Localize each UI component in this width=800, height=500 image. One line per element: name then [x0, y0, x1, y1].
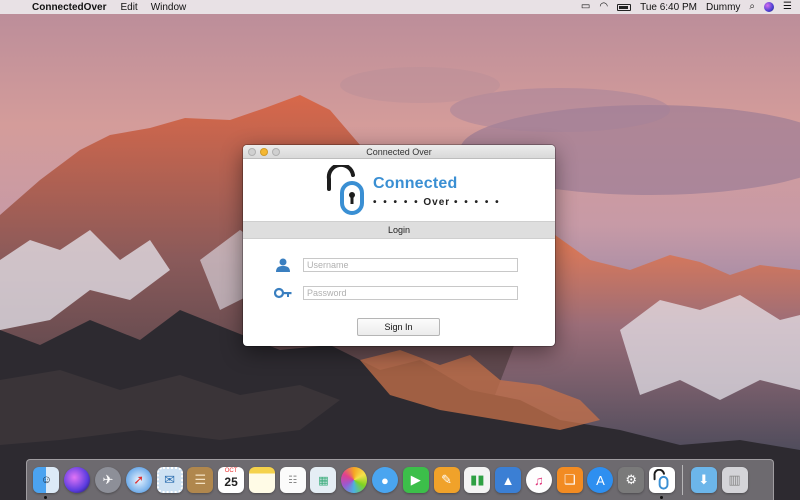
ibooks-icon[interactable]: ❑ — [556, 467, 583, 493]
window-titlebar[interactable]: Connected Over — [243, 145, 555, 159]
finder-icon[interactable]: ☺ — [33, 467, 60, 499]
downloads-folder-icon[interactable]: ⬇ — [690, 467, 717, 493]
sign-in-button[interactable]: Sign In — [357, 318, 440, 336]
menu-edit[interactable]: Edit — [120, 2, 137, 13]
mail-stamp-icon[interactable]: ✉ — [156, 467, 183, 493]
padlock-logo-icon — [326, 165, 364, 215]
notification-center-icon[interactable]: ☰ — [783, 0, 792, 14]
wifi-icon[interactable]: ◠ — [599, 0, 608, 14]
password-input[interactable] — [303, 286, 518, 300]
airplay-icon[interactable]: ▭ — [581, 0, 590, 14]
notes-icon[interactable] — [248, 467, 275, 493]
preview-icon[interactable]: ▦ — [310, 467, 337, 493]
reminders-icon[interactable]: ☷ — [279, 467, 306, 493]
dock: ☺ ✈ ➚ ✉ ☰ OCT 25 ☷ ▦ ● ▶ ✎ ▮▮ ▲ ♫ ❑ A ⚙ … — [26, 459, 774, 500]
system-preferences-icon[interactable]: ⚙ — [618, 467, 645, 493]
messages-icon[interactable]: ● — [371, 467, 398, 493]
launchpad-icon[interactable]: ✈ — [94, 467, 121, 493]
keynote-icon[interactable]: ▲ — [495, 467, 522, 493]
app-menu[interactable]: ConnectedOver — [32, 2, 106, 13]
zoom-button[interactable] — [272, 148, 280, 156]
login-form: Sign In — [243, 239, 555, 343]
menu-bar: ConnectedOver Edit Window ▭ ◠ Tue 6:40 P… — [0, 0, 800, 14]
login-header: Login — [243, 221, 555, 239]
connectedover-icon[interactable] — [649, 467, 676, 499]
pages-icon[interactable]: ✎ — [433, 467, 460, 493]
username-row — [273, 257, 518, 273]
username-input[interactable] — [303, 258, 518, 272]
password-row — [273, 285, 518, 301]
user-menu[interactable]: Dummy — [706, 2, 740, 13]
battery-icon[interactable] — [617, 3, 632, 11]
logo-wordmark-top: Connected — [373, 175, 458, 192]
spotlight-search-icon[interactable]: ⌕ — [749, 0, 755, 14]
siri-icon[interactable] — [64, 467, 91, 493]
dock-separator — [682, 465, 684, 495]
contacts-icon[interactable]: ☰ — [187, 467, 214, 493]
safari-icon[interactable]: ➚ — [125, 467, 152, 493]
siri-icon[interactable] — [764, 2, 775, 12]
logo-wordmark-bottom: • • • • • Over • • • • • — [373, 197, 501, 208]
calendar-icon[interactable]: OCT 25 — [218, 467, 245, 493]
login-window: Connected Over Connected • • • • • Over … — [243, 145, 555, 346]
app-store-icon[interactable]: A — [587, 467, 614, 493]
window-title: Connected Over — [366, 146, 432, 157]
close-button[interactable] — [248, 148, 256, 156]
itunes-icon[interactable]: ♫ — [525, 467, 552, 493]
traffic-lights — [248, 148, 280, 156]
user-icon — [273, 257, 293, 273]
menu-extras: ▭ ◠ Tue 6:40 PM Dummy ⌕ ☰ — [581, 0, 792, 14]
key-icon — [273, 285, 293, 301]
facetime-icon[interactable]: ▶ — [402, 467, 429, 493]
app-logo: Connected • • • • • Over • • • • • — [243, 159, 555, 221]
minimize-button[interactable] — [260, 148, 268, 156]
photos-icon[interactable] — [341, 467, 368, 493]
menu-window[interactable]: Window — [151, 2, 187, 13]
numbers-icon[interactable]: ▮▮ — [464, 467, 491, 493]
trash-icon[interactable]: ▥ — [721, 467, 748, 493]
clock[interactable]: Tue 6:40 PM — [640, 2, 697, 13]
